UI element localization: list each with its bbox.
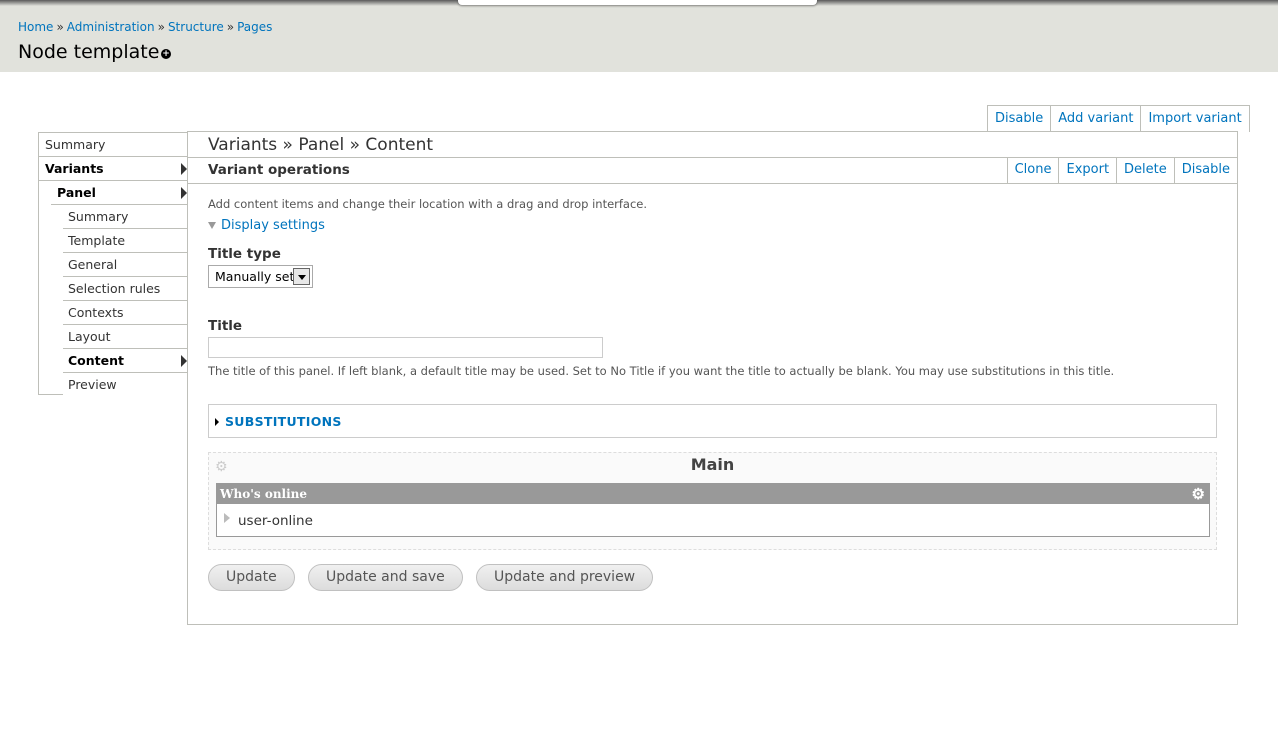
page-title: Node template <box>18 41 160 63</box>
nav-item-label: Content <box>68 353 124 368</box>
nav-item-label: Template <box>68 233 126 248</box>
content-pane[interactable]: Who's online ⚙ user-online <box>216 483 1210 537</box>
clone-link[interactable]: Clone <box>1008 157 1059 184</box>
substitutions-fieldset: SUBSTITUTIONS <box>208 404 1217 438</box>
nav-item-layout[interactable]: Layout <box>63 325 189 349</box>
triangle-right-icon[interactable] <box>224 513 230 523</box>
region-title: Main <box>690 455 735 474</box>
nav-item-label: Contexts <box>68 305 124 320</box>
gear-icon[interactable]: ⚙ <box>1192 484 1205 504</box>
breadcrumb-administration[interactable]: Administration <box>67 20 155 34</box>
pane-header[interactable]: Who's online ⚙ <box>217 484 1209 504</box>
triangle-right-icon <box>215 417 219 426</box>
nav-item-label: Variants <box>45 161 104 176</box>
variant-actions: Disable Add variant Import variant <box>987 105 1250 132</box>
overlay-tab[interactable] <box>458 0 817 5</box>
nav-item-content[interactable]: Content <box>63 349 189 373</box>
page-header: Home» Administration» Structure» Pages Node… <box>0 0 1278 72</box>
title-input[interactable] <box>208 337 603 358</box>
title-type-select[interactable]: Manually set <box>208 265 313 288</box>
display-settings-label: Display settings <box>221 218 325 233</box>
nav-item-label: General <box>68 257 118 272</box>
breadcrumb-home[interactable]: Home <box>18 20 53 34</box>
nav-item-label: Summary <box>45 137 106 152</box>
substitutions-label: SUBSTITUTIONS <box>225 414 342 429</box>
nav-item-variants[interactable]: Variants <box>39 157 189 181</box>
breadcrumb-separator: » <box>157 20 165 34</box>
pane-item: user-online <box>238 513 313 529</box>
update-button[interactable]: Update <box>208 564 295 591</box>
breadcrumb: Home» Administration» Structure» Pages <box>18 20 272 34</box>
title-type-selected: Manually set <box>215 269 295 284</box>
title-type-label: Title type <box>208 246 281 262</box>
breadcrumb-structure[interactable]: Structure <box>168 20 224 34</box>
nav-item-panel-summary[interactable]: Summary <box>63 205 189 229</box>
update-and-save-button[interactable]: Update and save <box>308 564 463 591</box>
pane-title: Who's online <box>220 487 308 501</box>
disable-variant-link[interactable]: Disable <box>1173 157 1237 184</box>
add-shortcut-icon[interactable]: + <box>161 49 171 59</box>
pane-body: user-online <box>224 513 313 529</box>
variant-operations-links: Clone Export Delete Disable <box>1006 157 1237 184</box>
delete-link[interactable]: Delete <box>1116 157 1174 184</box>
substitutions-toggle[interactable]: SUBSTITUTIONS <box>215 414 342 429</box>
breadcrumb-separator: » <box>56 20 64 34</box>
import-variant-link[interactable]: Import variant <box>1140 106 1248 132</box>
breadcrumb-separator: » <box>226 20 235 34</box>
variant-operations-bar: Variant operations Clone Export Delete D… <box>188 157 1237 184</box>
left-nav: Summary Variants Panel Summary Template … <box>38 132 189 397</box>
display-settings-toggle[interactable]: Display settings <box>208 218 325 233</box>
nav-item-selection-rules[interactable]: Selection rules <box>63 277 189 301</box>
update-and-preview-button[interactable]: Update and preview <box>476 564 654 591</box>
nav-item-label: Summary <box>68 209 129 224</box>
content-description: Add content items and change their locat… <box>208 197 648 211</box>
variant-operations-label: Variant operations <box>208 162 350 178</box>
title-help-text: The title of this panel. If left blank, … <box>208 364 1115 378</box>
nav-item-contexts[interactable]: Contexts <box>63 301 189 325</box>
export-link[interactable]: Export <box>1058 157 1116 184</box>
nav-item-template[interactable]: Template <box>63 229 189 253</box>
add-variant-link[interactable]: Add variant <box>1050 106 1140 132</box>
disable-link[interactable]: Disable <box>988 106 1050 132</box>
content-heading: Variants » Panel » Content <box>208 135 434 155</box>
nav-item-label: Panel <box>57 185 96 200</box>
nav-item-label: Preview <box>68 377 117 392</box>
dropdown-arrow-icon[interactable] <box>293 268 310 285</box>
region-main: ⚙ Main Who's online ⚙ user-online <box>208 452 1217 550</box>
nav-item-label: Selection rules <box>68 281 161 296</box>
nav-item-preview[interactable]: Preview <box>63 373 189 397</box>
triangle-down-icon <box>208 222 216 229</box>
nav-item-general[interactable]: General <box>63 253 189 277</box>
breadcrumb-pages[interactable]: Pages <box>237 20 272 34</box>
nav-item-label: Layout <box>68 329 111 344</box>
nav-item-summary[interactable]: Summary <box>39 133 189 157</box>
nav-item-panel[interactable]: Panel <box>51 181 189 205</box>
main-panel: Variants » Panel » Content Variant opera… <box>187 131 1238 625</box>
title-label: Title <box>208 318 243 334</box>
